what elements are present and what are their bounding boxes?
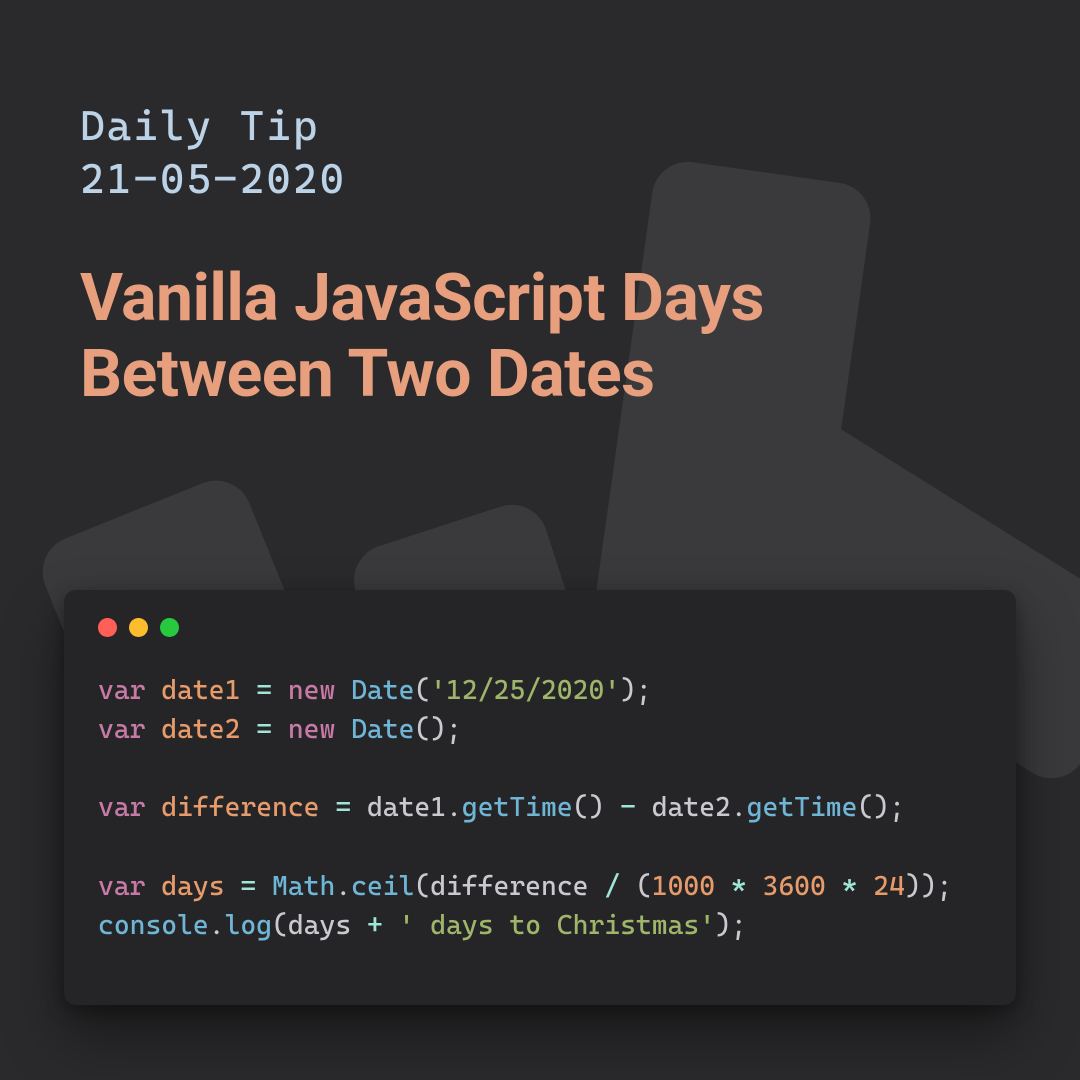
code-token: date1 [367,792,446,823]
code-token: * [842,871,874,902]
code-token: var [98,871,161,902]
code-token: * [731,871,763,902]
code-token: - [620,792,652,823]
code-token: new [288,675,351,706]
code-token: / [604,871,636,902]
code-token: date2 [161,714,256,745]
code-token: )); [905,871,952,902]
subtitle-line: 21-05-2020 [80,153,1000,206]
code-token: ( [272,910,288,941]
traffic-lights [98,618,982,637]
code-token: . [731,792,747,823]
code-token: ceil [351,871,414,902]
code-token: getTime [747,792,858,823]
subtitle-line: Daily Tip [80,100,1000,153]
code-token: ); [715,910,747,941]
code-token: ( [414,871,430,902]
code-token: = [256,714,288,745]
code-token: date2 [652,792,731,823]
code-token: (); [414,714,461,745]
code-token: days [161,871,240,902]
code-token: var [98,675,161,706]
code-token: new [288,714,351,745]
code-token: var [98,792,161,823]
code-token: difference [161,792,335,823]
code-block: var date1 = new Date('12/25/2020'); var … [98,671,982,945]
code-token: . [209,910,225,941]
code-token: log [225,910,272,941]
minimize-icon [129,618,148,637]
code-token: = [335,792,367,823]
code-token: console [98,910,209,941]
code-token: Math [272,871,335,902]
code-token: ( [414,675,430,706]
code-token: . [335,871,351,902]
subtitle: Daily Tip 21-05-2020 [80,100,1000,205]
code-token: Date [351,675,414,706]
code-token: = [240,871,272,902]
code-token: difference [430,871,604,902]
code-token: (); [857,792,904,823]
code-token: '12/25/2020' [430,675,620,706]
code-token: days [288,910,367,941]
code-token: var [98,714,161,745]
code-token: 3600 [763,871,842,902]
code-token: 1000 [652,871,731,902]
code-token: . [446,792,462,823]
content-area: Daily Tip 21-05-2020 Vanilla JavaScript … [0,0,1080,413]
code-token: ( [636,871,652,902]
maximize-icon [160,618,179,637]
code-window: var date1 = new Date('12/25/2020'); var … [64,590,1016,1005]
code-token: Date [351,714,414,745]
code-token: () [573,792,620,823]
page-title: Vanilla JavaScript Days Between Two Date… [80,261,1000,413]
close-icon [98,618,117,637]
code-token: date1 [161,675,256,706]
code-token: 24 [873,871,905,902]
code-token: ' days to Christmas' [399,910,715,941]
code-token: = [256,675,288,706]
code-token: ); [620,675,652,706]
code-token: getTime [462,792,573,823]
code-token: + [367,910,399,941]
